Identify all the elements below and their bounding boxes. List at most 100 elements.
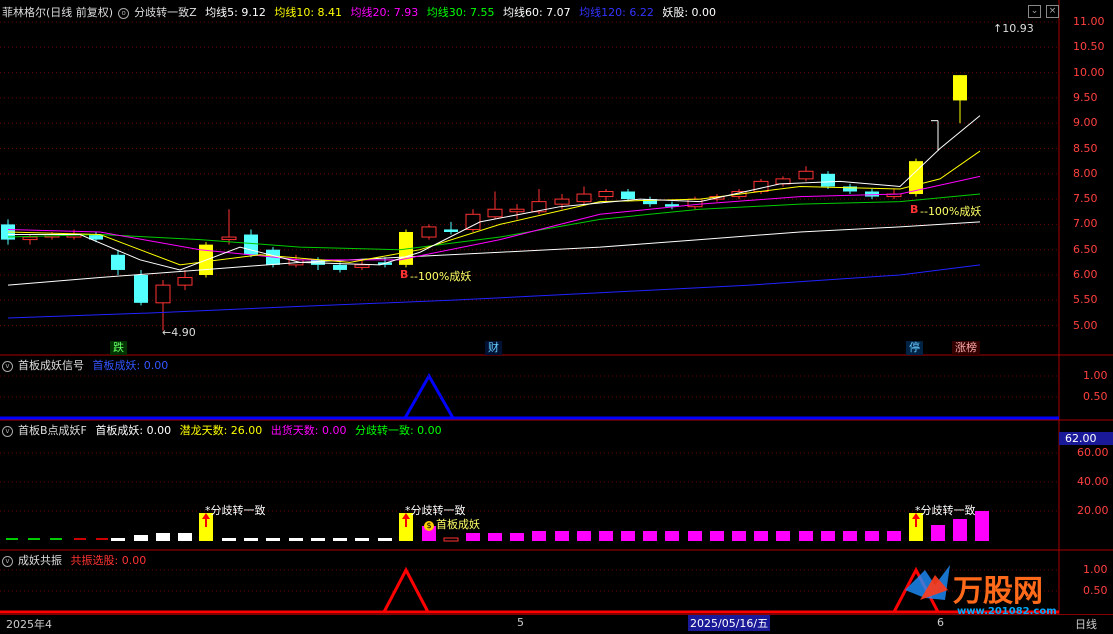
ma5-value: 均线5: 9.12 xyxy=(205,6,266,19)
panel2-qianlong: 潜龙天数: 26.00 xyxy=(179,424,263,437)
panel2-magenta-bar xyxy=(931,525,945,541)
price-tick: 8.00 xyxy=(1073,166,1098,180)
candle-body xyxy=(354,264,370,268)
tag-zhangbang[interactable]: 涨榜 xyxy=(952,341,980,355)
panel2-tick: 40.00 xyxy=(1077,475,1109,488)
panel2-magenta-bar xyxy=(975,511,989,541)
panel2-white-bar xyxy=(111,538,125,541)
panel1-title[interactable]: 首板成妖信号 xyxy=(18,359,84,372)
settings-circle-icon[interactable]: o xyxy=(118,7,130,19)
panel3-toggle-icon[interactable]: v xyxy=(2,555,13,567)
period-label[interactable]: 日线 xyxy=(1075,616,1097,632)
panel2-magenta-bar xyxy=(754,531,768,541)
b-point-2-text: --100%成妖 xyxy=(920,205,982,218)
price-tick: 7.50 xyxy=(1073,192,1098,206)
price-tick: 5.00 xyxy=(1073,318,1098,332)
panel2-magenta-bar xyxy=(665,531,679,541)
panel2-white-bar xyxy=(311,538,325,541)
signal-label-1: *分歧转一致 xyxy=(205,504,266,517)
candle-body xyxy=(821,173,835,187)
panel1-header: v 首板成妖信号 首板成妖: 0.00 xyxy=(2,358,173,374)
panel2-toggle-icon[interactable]: v xyxy=(2,425,13,437)
panel2-white-bar xyxy=(355,538,369,541)
panel2-magenta-bar xyxy=(776,531,790,541)
stock-title[interactable]: 菲林格尔(日线 前复权) xyxy=(2,6,113,19)
ma20-value: 均线20: 7.93 xyxy=(350,6,419,19)
candle-body xyxy=(621,191,635,200)
panel2-magenta-bar xyxy=(466,533,480,541)
price-tick: 5.50 xyxy=(1073,293,1098,307)
candle-body xyxy=(865,191,879,197)
date-label-jun: 6 xyxy=(937,616,944,629)
panel2-white-bar xyxy=(178,533,192,541)
price-tick: 9.50 xyxy=(1073,90,1098,104)
panel3-spike-1 xyxy=(382,566,430,613)
date-label-may: 5 xyxy=(517,616,524,629)
panel2-magenta-bar xyxy=(821,531,835,541)
panel2-magenta-bar xyxy=(710,531,724,541)
panel3-tick: 1.00 xyxy=(1083,563,1108,576)
panel2-shouban: 首板成妖: 0.00 xyxy=(95,424,172,437)
panel2-magenta-bar xyxy=(799,531,813,541)
candle-body xyxy=(111,254,125,270)
price-tick: 9.00 xyxy=(1073,116,1098,130)
panel2-white-bar xyxy=(244,538,258,541)
panel2-dash xyxy=(96,538,108,540)
panel2-white-bar xyxy=(222,538,236,541)
panel1-tick: 0.50 xyxy=(1083,390,1108,403)
tag-ting[interactable]: 停 xyxy=(906,341,923,355)
candle-body xyxy=(177,277,193,286)
tag-cai[interactable]: 财 xyxy=(485,341,502,355)
candle-body xyxy=(953,75,967,101)
ma10-value: 均线10: 8.41 xyxy=(274,6,343,19)
candle-body xyxy=(753,180,769,193)
panel2-magenta-bar xyxy=(488,533,502,541)
tag-die[interactable]: 跌 xyxy=(110,341,127,355)
ma60-value: 均线60: 7.07 xyxy=(502,6,571,19)
candle-body xyxy=(155,284,171,304)
ma120-line xyxy=(7,264,981,319)
candle-body xyxy=(598,191,614,198)
panel2-fenqi: 分歧转一致: 0.00 xyxy=(354,424,442,437)
panel2-white-bar xyxy=(266,538,280,541)
price-tick: 10.00 xyxy=(1073,65,1105,79)
candle-body xyxy=(333,264,347,270)
panel3-tick: 0.50 xyxy=(1083,584,1108,597)
shouban-tag: $ 首板成妖 xyxy=(424,516,480,532)
panel2-magenta-bar xyxy=(599,531,613,541)
panel2-chuhuo: 出货天数: 0.00 xyxy=(270,424,347,437)
panel1-tick: 1.00 xyxy=(1083,369,1108,382)
ma30-value: 均线30: 7.55 xyxy=(426,6,495,19)
price-tick: 6.50 xyxy=(1073,242,1098,256)
panel2-magenta-bar xyxy=(532,531,546,541)
candle-body xyxy=(134,275,148,303)
panel2-magenta-bar xyxy=(843,531,857,541)
panel2-dash xyxy=(50,538,62,540)
ma5-line xyxy=(8,115,981,271)
panel3-title[interactable]: 成妖共振 xyxy=(18,554,62,567)
candle-body xyxy=(487,208,503,218)
collapse-icon[interactable]: ⌄ xyxy=(1028,5,1041,18)
ma20-line xyxy=(7,175,981,261)
candle-body xyxy=(22,236,38,241)
panel2-dash xyxy=(28,538,40,540)
ma120-value: 均线120: 6.22 xyxy=(579,6,654,19)
b-point-2: B xyxy=(910,203,919,216)
panel2-white-bar xyxy=(134,535,148,541)
panel2-white-bar xyxy=(156,533,170,541)
date-axis xyxy=(0,614,1113,634)
panel1-toggle-icon[interactable]: v xyxy=(2,360,13,372)
low-price-label: ←4.90 xyxy=(162,326,196,339)
b-point-1-text: --100%成妖 xyxy=(410,270,472,283)
brand-logo: 万股网 xyxy=(953,574,1043,609)
close-icon[interactable]: × xyxy=(1046,5,1059,18)
panel1-value: 首板成妖: 0.00 xyxy=(92,359,169,372)
panel2-title[interactable]: 首板B点成妖F xyxy=(18,424,87,437)
b-point-1: B xyxy=(400,268,409,281)
price-tick: 10.50 xyxy=(1073,40,1105,54)
panel2-magenta-bar xyxy=(865,531,879,541)
candle-body xyxy=(244,234,258,255)
high-price-label: ↑10.93 xyxy=(993,22,1034,35)
panel3-header: v 成妖共振 共振选股: 0.00 xyxy=(2,553,151,569)
indicator-name[interactable]: 分歧转一致Z xyxy=(134,6,197,19)
